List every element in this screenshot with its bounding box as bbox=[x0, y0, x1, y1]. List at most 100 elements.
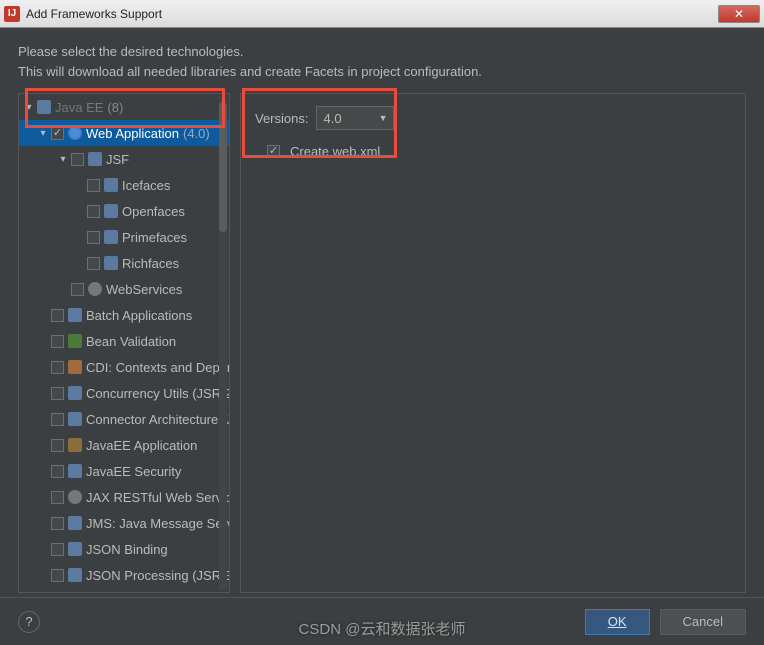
tree-node-concurrency[interactable]: Concurrency Utils (JSR 236) bbox=[19, 380, 229, 406]
checkbox[interactable] bbox=[51, 413, 64, 426]
checkbox[interactable] bbox=[51, 335, 64, 348]
module-icon bbox=[68, 516, 82, 530]
tree-node-javaee[interactable]: ▾ Java EE (8) bbox=[19, 94, 229, 120]
module-icon bbox=[68, 464, 82, 478]
checkbox[interactable] bbox=[71, 283, 84, 296]
module-icon bbox=[68, 568, 82, 582]
ok-button[interactable]: OK bbox=[585, 609, 650, 635]
tree-label: Icefaces bbox=[122, 178, 170, 193]
close-button[interactable]: ✕ bbox=[718, 5, 760, 23]
checkbox[interactable] bbox=[51, 569, 64, 582]
checkbox[interactable] bbox=[51, 439, 64, 452]
tree-node-openfaces[interactable]: Openfaces bbox=[19, 198, 229, 224]
tree-label: Concurrency Utils (JSR 236) bbox=[86, 386, 230, 401]
versions-label: Versions: bbox=[255, 111, 308, 126]
cancel-button[interactable]: Cancel bbox=[660, 609, 746, 635]
chevron-down-icon: ▼ bbox=[379, 113, 388, 123]
details-panel: Versions: 4.0 ▼ Create web.xml bbox=[240, 93, 746, 593]
tree-node-richfaces[interactable]: Richfaces bbox=[19, 250, 229, 276]
module-icon bbox=[68, 412, 82, 426]
chevron-down-icon[interactable]: ▾ bbox=[57, 153, 69, 165]
tree-label: Web Application bbox=[86, 126, 179, 141]
tree-node-webservices[interactable]: WebServices bbox=[19, 276, 229, 302]
tree-label: JavaEE Application bbox=[86, 438, 197, 453]
bean-icon bbox=[68, 334, 82, 348]
instruction-line-2: This will download all needed libraries … bbox=[18, 62, 746, 82]
instructions: Please select the desired technologies. … bbox=[18, 42, 746, 81]
tree-label: WebServices bbox=[106, 282, 182, 297]
tree-node-primefaces[interactable]: Primefaces bbox=[19, 224, 229, 250]
tree-node-cdi[interactable]: CDI: Contexts and Dependency Injection bbox=[19, 354, 229, 380]
tree-count: (8) bbox=[107, 100, 123, 115]
tree-label: Java EE bbox=[55, 100, 103, 115]
tree-label: JavaEE Security bbox=[86, 464, 181, 479]
tree-label: JSON Processing (JSR 353) bbox=[86, 568, 230, 583]
titlebar: IJ Add Frameworks Support ✕ bbox=[0, 0, 764, 28]
tree-node-icefaces[interactable]: Icefaces bbox=[19, 172, 229, 198]
version-select[interactable]: 4.0 ▼ bbox=[316, 106, 394, 130]
tree-node-bean-validation[interactable]: Bean Validation bbox=[19, 328, 229, 354]
checkbox[interactable] bbox=[87, 257, 100, 270]
framework-tree[interactable]: ▾ Java EE (8) ▾ Web Application (4.0) ▾ bbox=[18, 93, 230, 593]
tree-label: Primefaces bbox=[122, 230, 187, 245]
tree-node-connector[interactable]: Connector Architecture (JSR 322) bbox=[19, 406, 229, 432]
checkbox[interactable] bbox=[51, 465, 64, 478]
tree-label: Richfaces bbox=[122, 256, 179, 271]
tree-node-jaxrs[interactable]: JAX RESTful Web Services bbox=[19, 484, 229, 510]
tree-label: Connector Architecture (JSR 322) bbox=[86, 412, 230, 427]
checkbox[interactable] bbox=[51, 309, 64, 322]
help-button[interactable]: ? bbox=[18, 611, 40, 633]
tree-node-jsf[interactable]: ▾ JSF bbox=[19, 146, 229, 172]
checkbox[interactable] bbox=[87, 205, 100, 218]
jsf-icon bbox=[88, 152, 102, 166]
module-icon bbox=[68, 542, 82, 556]
checkbox[interactable] bbox=[87, 179, 100, 192]
chevron-down-icon[interactable]: ▾ bbox=[23, 101, 35, 113]
cdi-icon bbox=[68, 360, 82, 374]
checkbox[interactable] bbox=[87, 231, 100, 244]
library-icon bbox=[104, 204, 118, 218]
tree-node-javaee-security[interactable]: JavaEE Security bbox=[19, 458, 229, 484]
tree-label: JMS: Java Message Service API bbox=[86, 516, 230, 531]
module-icon bbox=[68, 308, 82, 322]
checkbox[interactable] bbox=[51, 517, 64, 530]
version-value: 4.0 bbox=[323, 111, 341, 126]
globe-icon bbox=[88, 282, 102, 296]
checkbox[interactable] bbox=[51, 491, 64, 504]
scrollbar[interactable] bbox=[219, 96, 227, 590]
tree-node-transaction[interactable]: Transaction API (JSR 907) bbox=[19, 588, 229, 593]
app-icon bbox=[68, 438, 82, 452]
scroll-thumb[interactable] bbox=[219, 102, 227, 232]
tree-node-web-application[interactable]: ▾ Web Application (4.0) bbox=[19, 120, 229, 146]
module-icon bbox=[68, 386, 82, 400]
create-webxml-checkbox[interactable] bbox=[267, 145, 280, 158]
library-icon bbox=[104, 256, 118, 270]
tree-label: CDI: Contexts and Dependency Injection bbox=[86, 360, 230, 375]
tree-label: Bean Validation bbox=[86, 334, 176, 349]
tree-node-jms[interactable]: JMS: Java Message Service API bbox=[19, 510, 229, 536]
app-icon: IJ bbox=[4, 6, 20, 22]
tree-label: Openfaces bbox=[122, 204, 185, 219]
library-icon bbox=[104, 230, 118, 244]
instruction-line-1: Please select the desired technologies. bbox=[18, 42, 746, 62]
tree-node-javaee-app[interactable]: JavaEE Application bbox=[19, 432, 229, 458]
checkbox[interactable] bbox=[71, 153, 84, 166]
tree-label: JSON Binding bbox=[86, 542, 168, 557]
tree-version: (4.0) bbox=[183, 126, 210, 141]
chevron-down-icon[interactable]: ▾ bbox=[37, 127, 49, 139]
library-icon bbox=[104, 178, 118, 192]
checkbox[interactable] bbox=[51, 387, 64, 400]
tree-label: Batch Applications bbox=[86, 308, 192, 323]
create-webxml-label: Create web.xml bbox=[290, 144, 380, 159]
tree-node-json-processing[interactable]: JSON Processing (JSR 353) bbox=[19, 562, 229, 588]
tree-node-json-binding[interactable]: JSON Binding bbox=[19, 536, 229, 562]
tree-node-batch[interactable]: Batch Applications bbox=[19, 302, 229, 328]
globe-icon bbox=[68, 126, 82, 140]
window-title: Add Frameworks Support bbox=[26, 7, 718, 21]
java-icon bbox=[37, 100, 51, 114]
checkbox[interactable] bbox=[51, 361, 64, 374]
tree-label: JSF bbox=[106, 152, 129, 167]
checkbox[interactable] bbox=[51, 127, 64, 140]
checkbox[interactable] bbox=[51, 543, 64, 556]
globe-icon bbox=[68, 490, 82, 504]
